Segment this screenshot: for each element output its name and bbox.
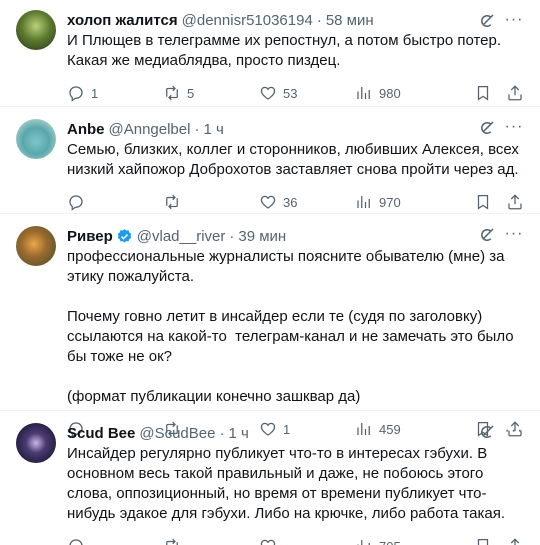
tweet-content: Anbe @Anngelbel · 1 ч Семью, близких, ко…	[67, 119, 524, 213]
more-icon[interactable]: ···	[504, 10, 524, 30]
heart-icon	[260, 195, 276, 209]
bookmark-button[interactable]	[474, 193, 492, 211]
share-button[interactable]	[506, 193, 524, 211]
timestamp[interactable]: 39 мин	[238, 228, 286, 245]
action-bar: 36 970	[67, 192, 524, 212]
grok-icon[interactable]	[478, 226, 496, 244]
grok-icon[interactable]	[478, 423, 496, 441]
views-button[interactable]: 970	[355, 193, 425, 211]
author-handle[interactable]: @dennisr51036194	[182, 12, 313, 29]
separator: ·	[219, 424, 225, 442]
reply-feed: холоп жалится @dennisr51036194 · 58 мин …	[0, 0, 540, 545]
repost-count: 5	[187, 85, 195, 101]
repost-button[interactable]: 5	[163, 84, 259, 102]
reply-button[interactable]: 1	[67, 84, 163, 102]
like-button[interactable]: 53	[259, 84, 355, 102]
like-button[interactable]	[259, 537, 355, 545]
tweet-text: Семью, близких, коллег и сторонников, лю…	[67, 141, 524, 178]
tweet-content: Ривер @vlad__river · 39 мин профессионал…	[67, 226, 524, 438]
heart-icon	[260, 86, 276, 100]
more-icon[interactable]: ···	[504, 224, 524, 244]
tweet-text: Инсайдер регулярно публикует что-то в ин…	[67, 445, 506, 522]
share-button[interactable]	[506, 537, 524, 545]
tweet-header: Ривер @vlad__river · 39 мин	[67, 226, 524, 246]
like-button[interactable]: 36	[259, 193, 355, 211]
reply-icon	[69, 539, 83, 545]
heart-icon	[260, 539, 276, 545]
repost-button[interactable]	[163, 193, 259, 211]
grok-icon[interactable]	[478, 119, 496, 137]
reply-button[interactable]	[67, 193, 163, 211]
timestamp[interactable]: 58 мин	[326, 12, 374, 29]
tweet-content: Scud Bee @ScudBee · 1 ч Инсайдер регуляр…	[67, 423, 524, 545]
more-icon[interactable]: ···	[504, 421, 524, 441]
author-handle[interactable]: @ScudBee	[139, 425, 215, 442]
bookmark-icon	[477, 194, 489, 210]
like-count: 53	[283, 85, 298, 101]
repost-button[interactable]	[163, 537, 259, 545]
share-icon	[508, 85, 522, 101]
avatar[interactable]	[16, 10, 56, 50]
bookmark-icon	[477, 85, 489, 101]
bookmark-button[interactable]	[474, 537, 492, 545]
share-button[interactable]	[506, 84, 524, 102]
separator: ·	[316, 11, 322, 29]
author-name[interactable]: холоп жалится	[67, 12, 178, 29]
tweet[interactable]: Scud Bee @ScudBee · 1 ч Инсайдер регуляр…	[0, 411, 540, 545]
tweet-header: Anbe @Anngelbel · 1 ч	[67, 119, 524, 139]
share-icon	[510, 538, 520, 545]
separator: ·	[229, 227, 235, 245]
views-icon	[357, 196, 370, 208]
author-name[interactable]: Scud Bee	[67, 425, 135, 442]
views-button[interactable]: 980	[355, 84, 425, 102]
author-handle[interactable]: @Anngelbel	[109, 121, 191, 138]
more-icon[interactable]: ···	[504, 117, 524, 137]
reply-icon	[69, 86, 83, 102]
reply-icon	[69, 195, 83, 211]
like-count: 36	[283, 194, 298, 210]
author-name[interactable]: Anbe	[67, 121, 105, 138]
repost-icon	[166, 85, 178, 101]
timestamp[interactable]: 1 ч	[203, 121, 223, 138]
repost-icon	[166, 194, 178, 210]
author-handle[interactable]: @vlad__river	[137, 228, 226, 245]
view-count: 980	[379, 85, 401, 101]
views-icon	[357, 540, 370, 545]
separator: ·	[194, 120, 200, 138]
view-count: 705	[379, 539, 401, 545]
timestamp[interactable]: 1 ч	[228, 425, 248, 442]
tweet[interactable]: Anbe @Anngelbel · 1 ч Семью, близких, ко…	[0, 107, 540, 214]
views-button[interactable]: 705	[355, 537, 425, 545]
bookmark-button[interactable]	[474, 84, 492, 102]
repost-icon	[166, 538, 178, 545]
tweet-text: профессиональные журналисты поясните обы…	[67, 248, 514, 405]
tweet-text: И Плющев в телеграмме их репостнул, а по…	[67, 32, 506, 69]
avatar[interactable]	[16, 119, 56, 159]
avatar[interactable]	[16, 423, 56, 463]
tweet[interactable]: Ривер @vlad__river · 39 мин профессионал…	[0, 214, 540, 438]
verified-badge-icon	[117, 228, 131, 243]
views-icon	[357, 87, 370, 99]
tweet-content: холоп жалится @dennisr51036194 · 58 мин …	[67, 10, 524, 106]
author-name[interactable]: Ривер	[67, 228, 113, 245]
view-count: 970	[379, 194, 401, 210]
tweet[interactable]: холоп жалится @dennisr51036194 · 58 мин …	[0, 0, 540, 107]
action-bar: 705	[67, 536, 524, 545]
reply-count: 1	[91, 85, 99, 101]
share-icon	[508, 194, 522, 210]
grok-icon[interactable]	[478, 12, 496, 30]
tweet-header: Scud Bee @ScudBee · 1 ч	[67, 423, 524, 443]
avatar[interactable]	[16, 226, 56, 266]
reply-button[interactable]	[67, 537, 163, 545]
bookmark-icon	[477, 538, 489, 545]
tweet-header: холоп жалится @dennisr51036194 · 58 мин	[67, 10, 524, 30]
action-bar: 1 5 53 980	[67, 83, 524, 103]
